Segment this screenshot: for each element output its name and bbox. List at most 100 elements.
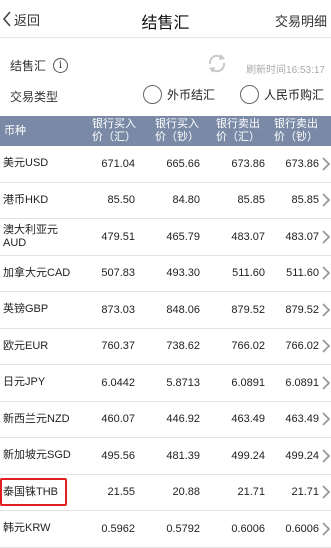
header-line: 银行卖出 <box>274 118 318 130</box>
chevron-right-icon <box>322 193 330 207</box>
currency-name: 韩元KRW <box>3 522 51 535</box>
table-row[interactable]: 欧元EUR 760.37 738.62 766.02 766.02 <box>0 328 331 365</box>
fx-label: 结售汇 <box>10 58 47 73</box>
bank-sell-transfer: 766.02 <box>231 340 265 353</box>
currency-name: 美元USD <box>3 157 49 170</box>
currency-name: 加拿大元CAD <box>3 266 71 279</box>
header-currency: 币种 <box>4 125 26 137</box>
bank-sell-cash: 483.07 <box>285 230 319 243</box>
bank-buy-cash: 20.88 <box>172 486 200 499</box>
bank-buy-transfer: 507.83 <box>101 267 135 280</box>
bank-buy-transfer: 671.04 <box>101 157 135 170</box>
bank-buy-transfer: 85.50 <box>107 194 135 207</box>
bank-buy-cash: 465.79 <box>166 230 200 243</box>
header-line: 银行买入 <box>92 118 136 130</box>
bank-sell-transfer: 21.71 <box>237 486 265 499</box>
table-row[interactable]: 澳大利亚元AUD 479.51 465.79 483.07 483.07 <box>0 219 331 256</box>
currency-name: 泰国铢THB <box>3 485 58 498</box>
bank-sell-transfer: 511.60 <box>232 267 265 280</box>
bank-buy-cash: 665.66 <box>166 157 200 170</box>
bank-sell-transfer: 483.07 <box>231 230 265 243</box>
currency-name: 港币HKD <box>3 193 49 206</box>
header-bank-sell-transfer: 银行卖出 价（汇） <box>210 118 266 144</box>
radio-circle[interactable] <box>143 84 162 104</box>
bank-buy-transfer: 0.5962 <box>101 522 135 535</box>
bank-sell-cash: 499.24 <box>285 449 319 462</box>
chevron-right-icon <box>322 230 330 244</box>
radio-sell-foreign[interactable]: 外币结汇 <box>143 83 215 105</box>
info-section: 结售汇 i 刷新时间16:53:17 交易类型 外币结汇 人民币购汇 <box>0 38 331 116</box>
refresh-icon[interactable] <box>205 52 229 74</box>
nav-bar: 返回 结售汇 交易明细 <box>0 0 331 38</box>
currency-name: 欧元EUR <box>3 339 49 352</box>
bank-sell-transfer: 463.49 <box>231 413 265 426</box>
chevron-right-icon <box>322 266 330 280</box>
bank-sell-cash: 673.86 <box>285 157 319 170</box>
bank-buy-cash: 0.5792 <box>166 522 200 535</box>
bank-buy-cash: 5.8713 <box>166 376 200 389</box>
table-row[interactable]: 韩元KRW 0.5962 0.5792 0.6006 0.6006 <box>0 511 331 548</box>
currency-name: 澳大利亚元AUD <box>3 223 58 249</box>
table-row[interactable]: 港币HKD 85.50 84.80 85.85 85.85 <box>0 182 331 219</box>
table-row[interactable]: 新加坡元SGD 495.56 481.39 499.24 499.24 <box>0 438 331 475</box>
radio-sell-label: 外币结汇 <box>167 87 216 102</box>
bank-sell-cash: 6.0891 <box>285 376 319 389</box>
currency-name: 新加坡元SGD <box>3 449 71 462</box>
bank-buy-transfer: 460.07 <box>101 413 135 426</box>
header-bank-sell-cash: 银行卖出 价（钞） <box>268 118 324 144</box>
fx-label-row: 结售汇 i <box>10 56 69 74</box>
chevron-right-icon <box>322 412 330 426</box>
header-line: 银行卖出 <box>216 118 260 130</box>
bank-sell-cash: 766.02 <box>285 340 319 353</box>
bank-sell-cash: 463.49 <box>285 413 319 426</box>
table-row[interactable]: 新西兰元NZD 460.07 446.92 463.49 463.49 <box>0 401 331 438</box>
bank-buy-cash: 848.06 <box>166 303 200 316</box>
transaction-details-link[interactable]: 交易明细 <box>275 11 327 30</box>
bank-sell-transfer: 6.0891 <box>231 376 265 389</box>
chevron-right-icon <box>322 449 330 463</box>
header-line: 银行买入 <box>155 118 199 130</box>
chevron-right-icon <box>322 157 330 171</box>
currency-name: 新西兰元NZD <box>3 412 70 425</box>
currency-name: 日元JPY <box>3 376 46 389</box>
table-row[interactable]: 日元JPY 6.0442 5.8713 6.0891 6.0891 <box>0 365 331 402</box>
header-line: 价（汇） <box>216 131 260 143</box>
bank-sell-transfer: 879.52 <box>231 303 265 316</box>
header-bank-buy-cash: 银行买入 价（钞） <box>149 118 205 144</box>
radio-buy-label: 人民币购汇 <box>264 87 325 102</box>
table-header: 币种 银行买入 价（汇） 银行买入 价（钞） 银行卖出 价（汇） 银行卖出 价（… <box>0 116 331 146</box>
table-row[interactable]: 加拿大元CAD 507.83 493.30 511.60 511.60 <box>0 255 331 292</box>
header-line: 价（汇） <box>92 131 136 143</box>
bank-buy-transfer: 873.03 <box>101 303 135 316</box>
radio-circle[interactable] <box>240 84 259 104</box>
bank-sell-cash: 511.60 <box>286 267 319 280</box>
currency-name: 英镑GBP <box>3 303 49 316</box>
table-row-highlighted[interactable]: 泰国铢THB 21.55 20.88 21.71 21.71 <box>0 474 331 511</box>
refresh-time: 刷新时间16:53:17 <box>246 65 325 76</box>
bank-buy-transfer: 760.37 <box>101 340 135 353</box>
chevron-right-icon <box>322 376 330 390</box>
info-icon[interactable]: i <box>53 57 69 73</box>
header-line: 价（钞） <box>274 131 318 143</box>
chevron-right-icon <box>322 339 330 353</box>
chevron-right-icon <box>322 303 330 317</box>
bank-sell-transfer: 0.6006 <box>231 522 265 535</box>
radio-buy-foreign[interactable]: 人民币购汇 <box>240 83 324 105</box>
bank-sell-cash: 0.6006 <box>285 522 319 535</box>
chevron-right-icon <box>322 485 330 499</box>
rate-list: 美元USD 671.04 665.66 673.86 673.86 港币HKD … <box>0 146 331 548</box>
bank-sell-cash: 85.85 <box>291 194 319 207</box>
bank-buy-cash: 481.39 <box>166 449 200 462</box>
bank-sell-transfer: 85.85 <box>237 194 265 207</box>
bank-sell-transfer: 673.86 <box>231 157 265 170</box>
bank-buy-cash: 446.92 <box>166 413 200 426</box>
header-bank-buy-transfer: 银行买入 价（汇） <box>86 118 142 144</box>
bank-buy-cash: 493.30 <box>166 267 200 280</box>
header-line: 价（钞） <box>155 131 199 143</box>
bank-buy-transfer: 495.56 <box>101 449 135 462</box>
table-row[interactable]: 美元USD 671.04 665.66 673.86 673.86 <box>0 146 331 183</box>
table-row[interactable]: 英镑GBP 873.03 848.06 879.52 879.52 <box>0 292 331 329</box>
bank-buy-cash: 84.80 <box>172 194 200 207</box>
bank-sell-cash: 879.52 <box>285 303 319 316</box>
bank-buy-transfer: 21.55 <box>107 486 135 499</box>
